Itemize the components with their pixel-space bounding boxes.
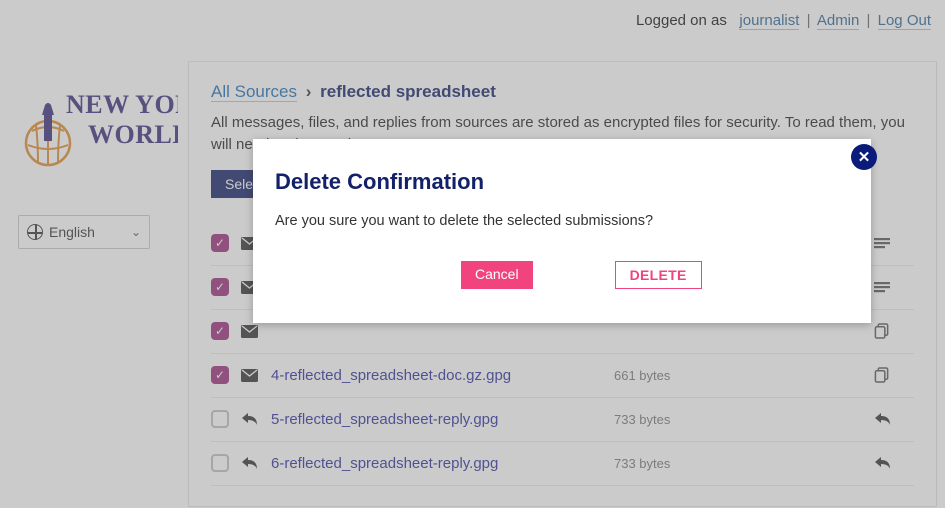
dialog-title: Delete Confirmation xyxy=(275,169,849,195)
dialog-actions: Cancel DELETE xyxy=(275,261,849,289)
delete-button[interactable]: DELETE xyxy=(615,261,702,289)
cancel-button[interactable]: Cancel xyxy=(461,261,533,289)
dialog-message: Are you sure you want to delete the sele… xyxy=(275,213,849,229)
delete-dialog: ✕ Delete Confirmation Are you sure you w… xyxy=(253,139,871,323)
close-icon[interactable]: ✕ xyxy=(851,144,877,170)
